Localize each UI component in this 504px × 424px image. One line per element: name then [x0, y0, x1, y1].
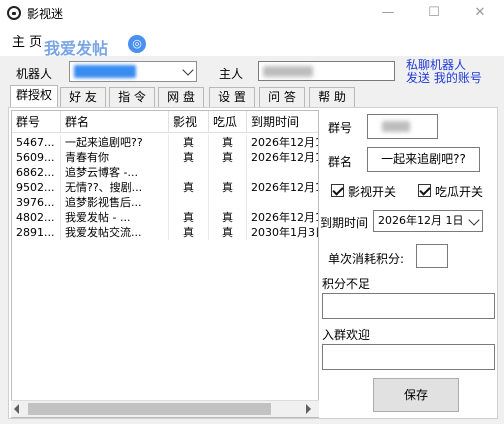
cell-expire: [247, 165, 318, 180]
scroll-left-icon[interactable]: [14, 404, 19, 414]
table-row[interactable]: 5467... 一起来追剧吧?? 真真 2026年12月1: [12, 135, 318, 150]
cell-group-id: 5609...: [12, 150, 61, 165]
insufficient-label: 积分不足: [322, 277, 371, 291]
cell-movie: [169, 165, 209, 180]
cell-expire: 2026年12月1: [247, 180, 318, 195]
robot-label: 机器人: [16, 67, 53, 81]
melon-switch-checkbox[interactable]: [418, 184, 431, 197]
tab-settings[interactable]: 设 置: [209, 87, 255, 107]
column-header-expire[interactable]: 到期时间: [247, 111, 318, 133]
cell-group-id: 5467...: [12, 135, 61, 150]
chevron-down-icon: [182, 64, 194, 76]
cell-movie: 真: [169, 225, 209, 240]
save-button[interactable]: 保存: [373, 378, 459, 412]
tab-group-auth[interactable]: 群授权: [10, 85, 58, 108]
owner-field[interactable]: [258, 61, 395, 81]
cell-expire: 2026年12月1: [247, 210, 318, 225]
cell-group-name: 追梦云博客 -...: [61, 165, 169, 180]
group-id-label: 群号: [328, 121, 353, 135]
column-header-group-name[interactable]: 群名: [61, 111, 169, 133]
group-name-label: 群名: [328, 155, 353, 169]
table-row[interactable]: 6862... 追梦云博客 -...: [12, 165, 318, 180]
send-account-link[interactable]: 发送 我的账号: [406, 72, 482, 85]
insufficient-field[interactable]: [322, 293, 495, 319]
cell-group-name: 无情??、搜剧...: [61, 180, 169, 195]
close-button[interactable]: ✕: [457, 0, 503, 26]
table-row[interactable]: 3976... 追梦影视售后...: [12, 195, 318, 210]
cell-movie: 真: [169, 210, 209, 225]
expire-label: 到期时间: [320, 216, 369, 230]
table-row[interactable]: 9502... 无情??、搜剧... 真真 2026年12月1: [12, 180, 318, 195]
watermark-badge-icon: ◎: [128, 35, 146, 53]
cell-movie: 真: [169, 150, 209, 165]
cell-movie: 真: [169, 135, 209, 150]
minimize-button[interactable]: —: [365, 0, 411, 26]
app-window: 影视迷 — ☐ ✕ 主 页 我爱发帖 ◎ 机器人 主人 私聊机器人 发送 我的账…: [0, 0, 504, 424]
cell-melon: [209, 195, 247, 210]
expire-date-value: 2026年12月 1日: [378, 214, 464, 227]
scroll-right-icon[interactable]: [306, 404, 311, 414]
expire-date-picker[interactable]: 2026年12月 1日: [373, 210, 483, 232]
cell-group-name: 一起来追剧吧??: [61, 135, 169, 150]
cell-group-id: 2891...: [12, 225, 61, 240]
cell-melon: 真: [209, 225, 247, 240]
column-header-movie[interactable]: 影视: [169, 111, 209, 133]
table-row[interactable]: 5609... 青春有你真真 2026年12月1: [12, 150, 318, 165]
cell-expire: 2026年12月1: [247, 135, 318, 150]
app-logo-icon: [7, 6, 21, 20]
redacted-group-id: [382, 121, 410, 132]
tab-commands[interactable]: 指 令: [109, 87, 155, 107]
column-header-melon[interactable]: 吃瓜: [209, 111, 247, 133]
points-field[interactable]: [416, 244, 448, 268]
cell-group-name: 追梦影视售后...: [61, 195, 169, 210]
cell-movie: 真: [169, 180, 209, 195]
tab-netdisk[interactable]: 网 盘: [158, 87, 204, 107]
owner-label: 主人: [219, 67, 244, 81]
cell-group-id: 9502...: [12, 180, 61, 195]
cell-expire: [247, 195, 318, 210]
tab-help[interactable]: 帮 助: [309, 87, 355, 107]
redacted-robot-id: [74, 65, 136, 78]
group-id-field[interactable]: [367, 114, 438, 139]
welcome-field[interactable]: [322, 344, 495, 370]
robot-select[interactable]: [69, 61, 197, 82]
cell-group-name: 青春有你: [61, 150, 169, 165]
cell-melon: [209, 165, 247, 180]
scrollbar-thumb[interactable]: [28, 403, 271, 415]
cell-group-name: 我爱发帖 - ...: [61, 210, 169, 225]
cell-melon: 真: [209, 210, 247, 225]
cell-movie: [169, 195, 209, 210]
cell-group-id: 4802...: [12, 210, 61, 225]
chevron-down-icon: [468, 214, 480, 226]
group-table[interactable]: 群号 群名 影视 吃瓜 到期时间 5467... 一起来追剧吧?? 真真 2026年1…: [11, 110, 319, 418]
movie-switch-label[interactable]: 影视开关: [348, 183, 396, 200]
welcome-label: 入群欢迎: [322, 328, 371, 342]
redacted-owner-id: [263, 66, 313, 77]
maximize-button[interactable]: ☐: [411, 0, 457, 26]
cell-group-id: 6862...: [12, 165, 61, 180]
cell-melon: 真: [209, 150, 247, 165]
cell-melon: 真: [209, 135, 247, 150]
tab-friends[interactable]: 好 友: [60, 87, 106, 107]
movie-switch-checkbox[interactable]: [331, 184, 344, 197]
link-group: 私聊机器人 发送 我的账号: [406, 59, 482, 85]
table-row[interactable]: 4802... 我爱发帖 - ... 真真 2026年12月1: [12, 210, 318, 225]
points-label: 单次消耗积分:: [328, 252, 405, 266]
table-row[interactable]: 2891... 我爱发帖交流... 真真 2030年1月3日: [12, 225, 318, 240]
cell-group-name: 我爱发帖交流...: [61, 225, 169, 240]
cell-group-id: 3976...: [12, 195, 61, 210]
cell-melon: 真: [209, 180, 247, 195]
menu-home[interactable]: 主 页: [12, 31, 42, 50]
tab-qa[interactable]: 问 答: [259, 87, 305, 107]
cell-expire: 2026年12月1: [247, 150, 318, 165]
column-header-group-id[interactable]: 群号: [12, 111, 61, 133]
watermark-text: 我爱发帖: [44, 39, 109, 58]
melon-switch-label[interactable]: 吃瓜开关: [435, 183, 483, 200]
group-name-field[interactable]: 一起来追剧吧??: [367, 147, 480, 172]
window-title: 影视迷: [27, 7, 64, 21]
cell-expire: 2030年1月3日: [247, 225, 318, 240]
